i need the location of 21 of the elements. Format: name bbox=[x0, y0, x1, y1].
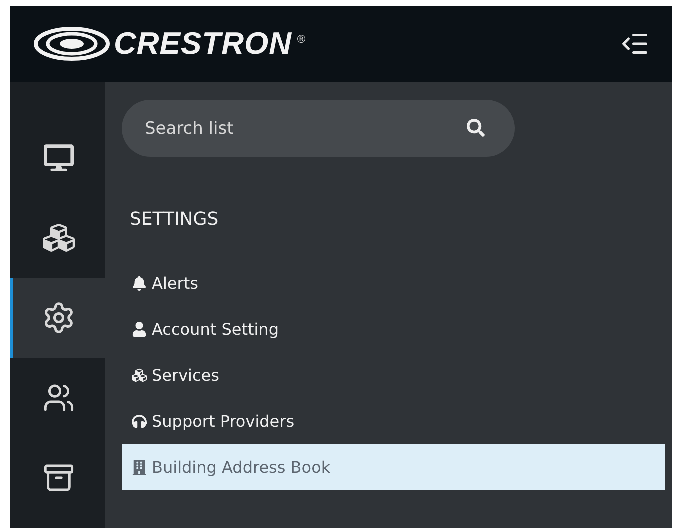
menu-item[interactable]: Building Address Book bbox=[122, 444, 665, 490]
bell-icon bbox=[132, 276, 147, 290]
menu-item[interactable]: Alerts bbox=[122, 260, 665, 306]
menu-item[interactable]: Services bbox=[122, 352, 665, 398]
menu-item[interactable]: Account Setting bbox=[122, 306, 665, 352]
building-icon bbox=[132, 460, 147, 474]
boxes-icon bbox=[132, 368, 147, 382]
cubes-icon bbox=[43, 222, 75, 254]
rail-item[interactable] bbox=[10, 278, 105, 358]
section-title: SETTINGS bbox=[130, 209, 220, 230]
registered-mark: ® bbox=[296, 33, 307, 46]
monitor-icon bbox=[44, 143, 74, 173]
people-icon bbox=[43, 382, 75, 414]
user-icon bbox=[132, 322, 147, 336]
brand-name: CRESTRON bbox=[114, 26, 292, 62]
search-field[interactable]: Search list bbox=[122, 100, 515, 157]
menu-item[interactable]: Support Providers bbox=[122, 398, 665, 444]
search-icon[interactable] bbox=[467, 119, 485, 137]
headphones-icon bbox=[132, 414, 147, 428]
cabinet-icon bbox=[43, 462, 75, 494]
settings-icon bbox=[42, 301, 76, 335]
